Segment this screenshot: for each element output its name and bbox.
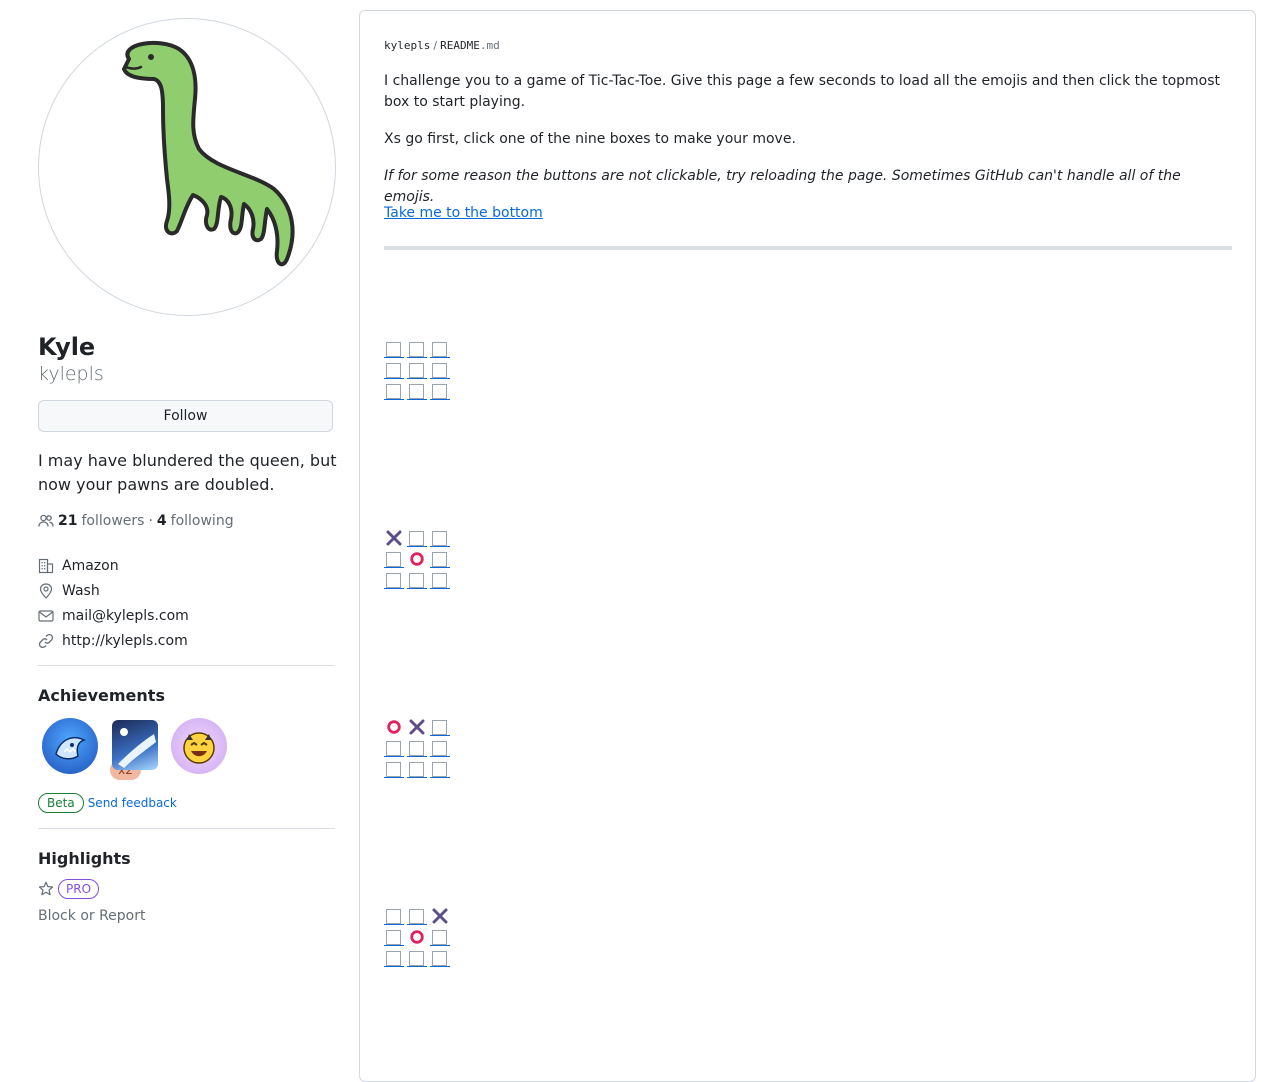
empty-box-button[interactable]: [430, 360, 450, 380]
readme-divider: [384, 246, 1232, 250]
o-mark-icon[interactable]: [407, 549, 427, 569]
empty-box-button[interactable]: [407, 381, 427, 401]
empty-box-button[interactable]: [407, 906, 427, 926]
profile-bio: I may have blundered the queen, but now …: [38, 451, 337, 494]
empty-box-button[interactable]: [407, 948, 427, 968]
empty-box-button[interactable]: [430, 339, 450, 359]
detail-company: Amazon: [38, 553, 189, 578]
empty-box-button[interactable]: [407, 360, 427, 380]
readme-path-ext: .md: [479, 39, 500, 52]
website-link[interactable]: http://kylepls.com: [62, 633, 188, 649]
tictactoe-board: [384, 717, 454, 779]
achievements-title: Achievements: [38, 686, 165, 705]
empty-box-button[interactable]: [430, 528, 450, 548]
avatar[interactable]: [38, 18, 336, 316]
beta-label: Beta: [38, 793, 84, 813]
x-mark-icon[interactable]: [384, 528, 404, 548]
empty-box-button[interactable]: [430, 570, 450, 590]
pro-highlight: PRO: [38, 879, 100, 899]
pro-badge: PRO: [58, 879, 100, 899]
location-icon: [39, 582, 53, 599]
empty-box-button[interactable]: [384, 927, 404, 947]
organization-icon: [38, 558, 54, 573]
email-link[interactable]: mail@kylepls.com: [62, 608, 189, 624]
empty-box-button[interactable]: [407, 339, 427, 359]
readme-path: kylepls / README.md: [384, 39, 500, 52]
x-mark-icon[interactable]: [430, 906, 450, 926]
empty-box-button[interactable]: [407, 570, 427, 590]
tictactoe-board: [384, 906, 454, 968]
readme-note: If for some reason the buttons are not c…: [384, 168, 1181, 205]
empty-box-button[interactable]: [430, 549, 450, 569]
send-feedback-link[interactable]: Send feedback: [88, 796, 177, 810]
shark-badge-icon[interactable]: [42, 718, 98, 774]
mail-icon: [38, 609, 54, 622]
link-icon: [38, 633, 54, 648]
followers-count: 21: [58, 513, 78, 529]
tictactoe-board: [384, 528, 454, 590]
empty-box-button[interactable]: [384, 759, 404, 779]
empty-box-button[interactable]: [384, 906, 404, 926]
starstruck-badge-icon[interactable]: [171, 718, 227, 774]
o-mark-icon[interactable]: [407, 927, 427, 947]
empty-box-button[interactable]: [430, 948, 450, 968]
detail-website: http://kylepls.com: [38, 628, 189, 653]
empty-box-button[interactable]: [430, 738, 450, 758]
take-me-to-bottom-link[interactable]: Take me to the bottom: [384, 205, 543, 221]
profile-details: Amazon Wash mail@kylepls.com http://kyle…: [38, 553, 189, 653]
highlights-title: Highlights: [38, 849, 131, 868]
empty-box-button[interactable]: [430, 759, 450, 779]
readme-card: kylepls / README.md I challenge you to a g…: [359, 10, 1256, 1082]
empty-box-button[interactable]: [407, 738, 427, 758]
empty-box-button[interactable]: [407, 528, 427, 548]
follow-stats: 21 followers · 4 following: [38, 513, 234, 529]
follow-button[interactable]: Follow: [38, 400, 333, 432]
followers-label: followers: [81, 513, 145, 529]
detail-email: mail@kylepls.com: [38, 603, 189, 628]
stats-separator: ·: [148, 513, 153, 529]
readme-path-file: README: [440, 39, 480, 52]
tictactoe-board: [384, 339, 454, 401]
readme-path-separator: /: [433, 39, 438, 52]
empty-box-button[interactable]: [384, 381, 404, 401]
o-mark-icon[interactable]: [384, 717, 404, 737]
empty-box-button[interactable]: [430, 717, 450, 737]
empty-box-button[interactable]: [384, 738, 404, 758]
location-name: Wash: [62, 582, 100, 599]
empty-box-button[interactable]: [384, 549, 404, 569]
dinosaur-avatar-image: [122, 41, 295, 267]
empty-box-button[interactable]: [384, 570, 404, 590]
following-label: following: [170, 513, 234, 529]
following-link[interactable]: 4 following: [157, 513, 234, 529]
block-report-link[interactable]: Block or Report: [38, 908, 146, 924]
empty-box-button[interactable]: [430, 927, 450, 947]
divider: [38, 665, 335, 666]
empty-box-button[interactable]: [384, 360, 404, 380]
x-mark-icon[interactable]: [407, 717, 427, 737]
detail-location: Wash: [38, 578, 189, 603]
readme-intro: I challenge you to a game of Tic-Tac-Toe…: [384, 73, 1221, 110]
empty-box-button[interactable]: [407, 759, 427, 779]
followers-link[interactable]: 21 followers: [58, 513, 144, 529]
readme-path-user[interactable]: kylepls: [384, 39, 430, 52]
arctic-badge-icon[interactable]: [112, 720, 158, 770]
profile-username: kylepls: [38, 363, 104, 385]
empty-box-button[interactable]: [430, 381, 450, 401]
divider: [38, 828, 335, 829]
following-count: 4: [156, 513, 167, 529]
profile-name: Kyle: [38, 333, 96, 361]
empty-box-button[interactable]: [384, 948, 404, 968]
readme-instruction: Xs go first, click one of the nine boxes…: [384, 131, 796, 147]
people-icon: [38, 514, 54, 527]
beta-feedback-row: Beta Send feedback: [38, 793, 177, 813]
empty-box-button[interactable]: [384, 339, 404, 359]
star-icon: [38, 881, 54, 896]
company-name: Amazon: [62, 557, 119, 574]
